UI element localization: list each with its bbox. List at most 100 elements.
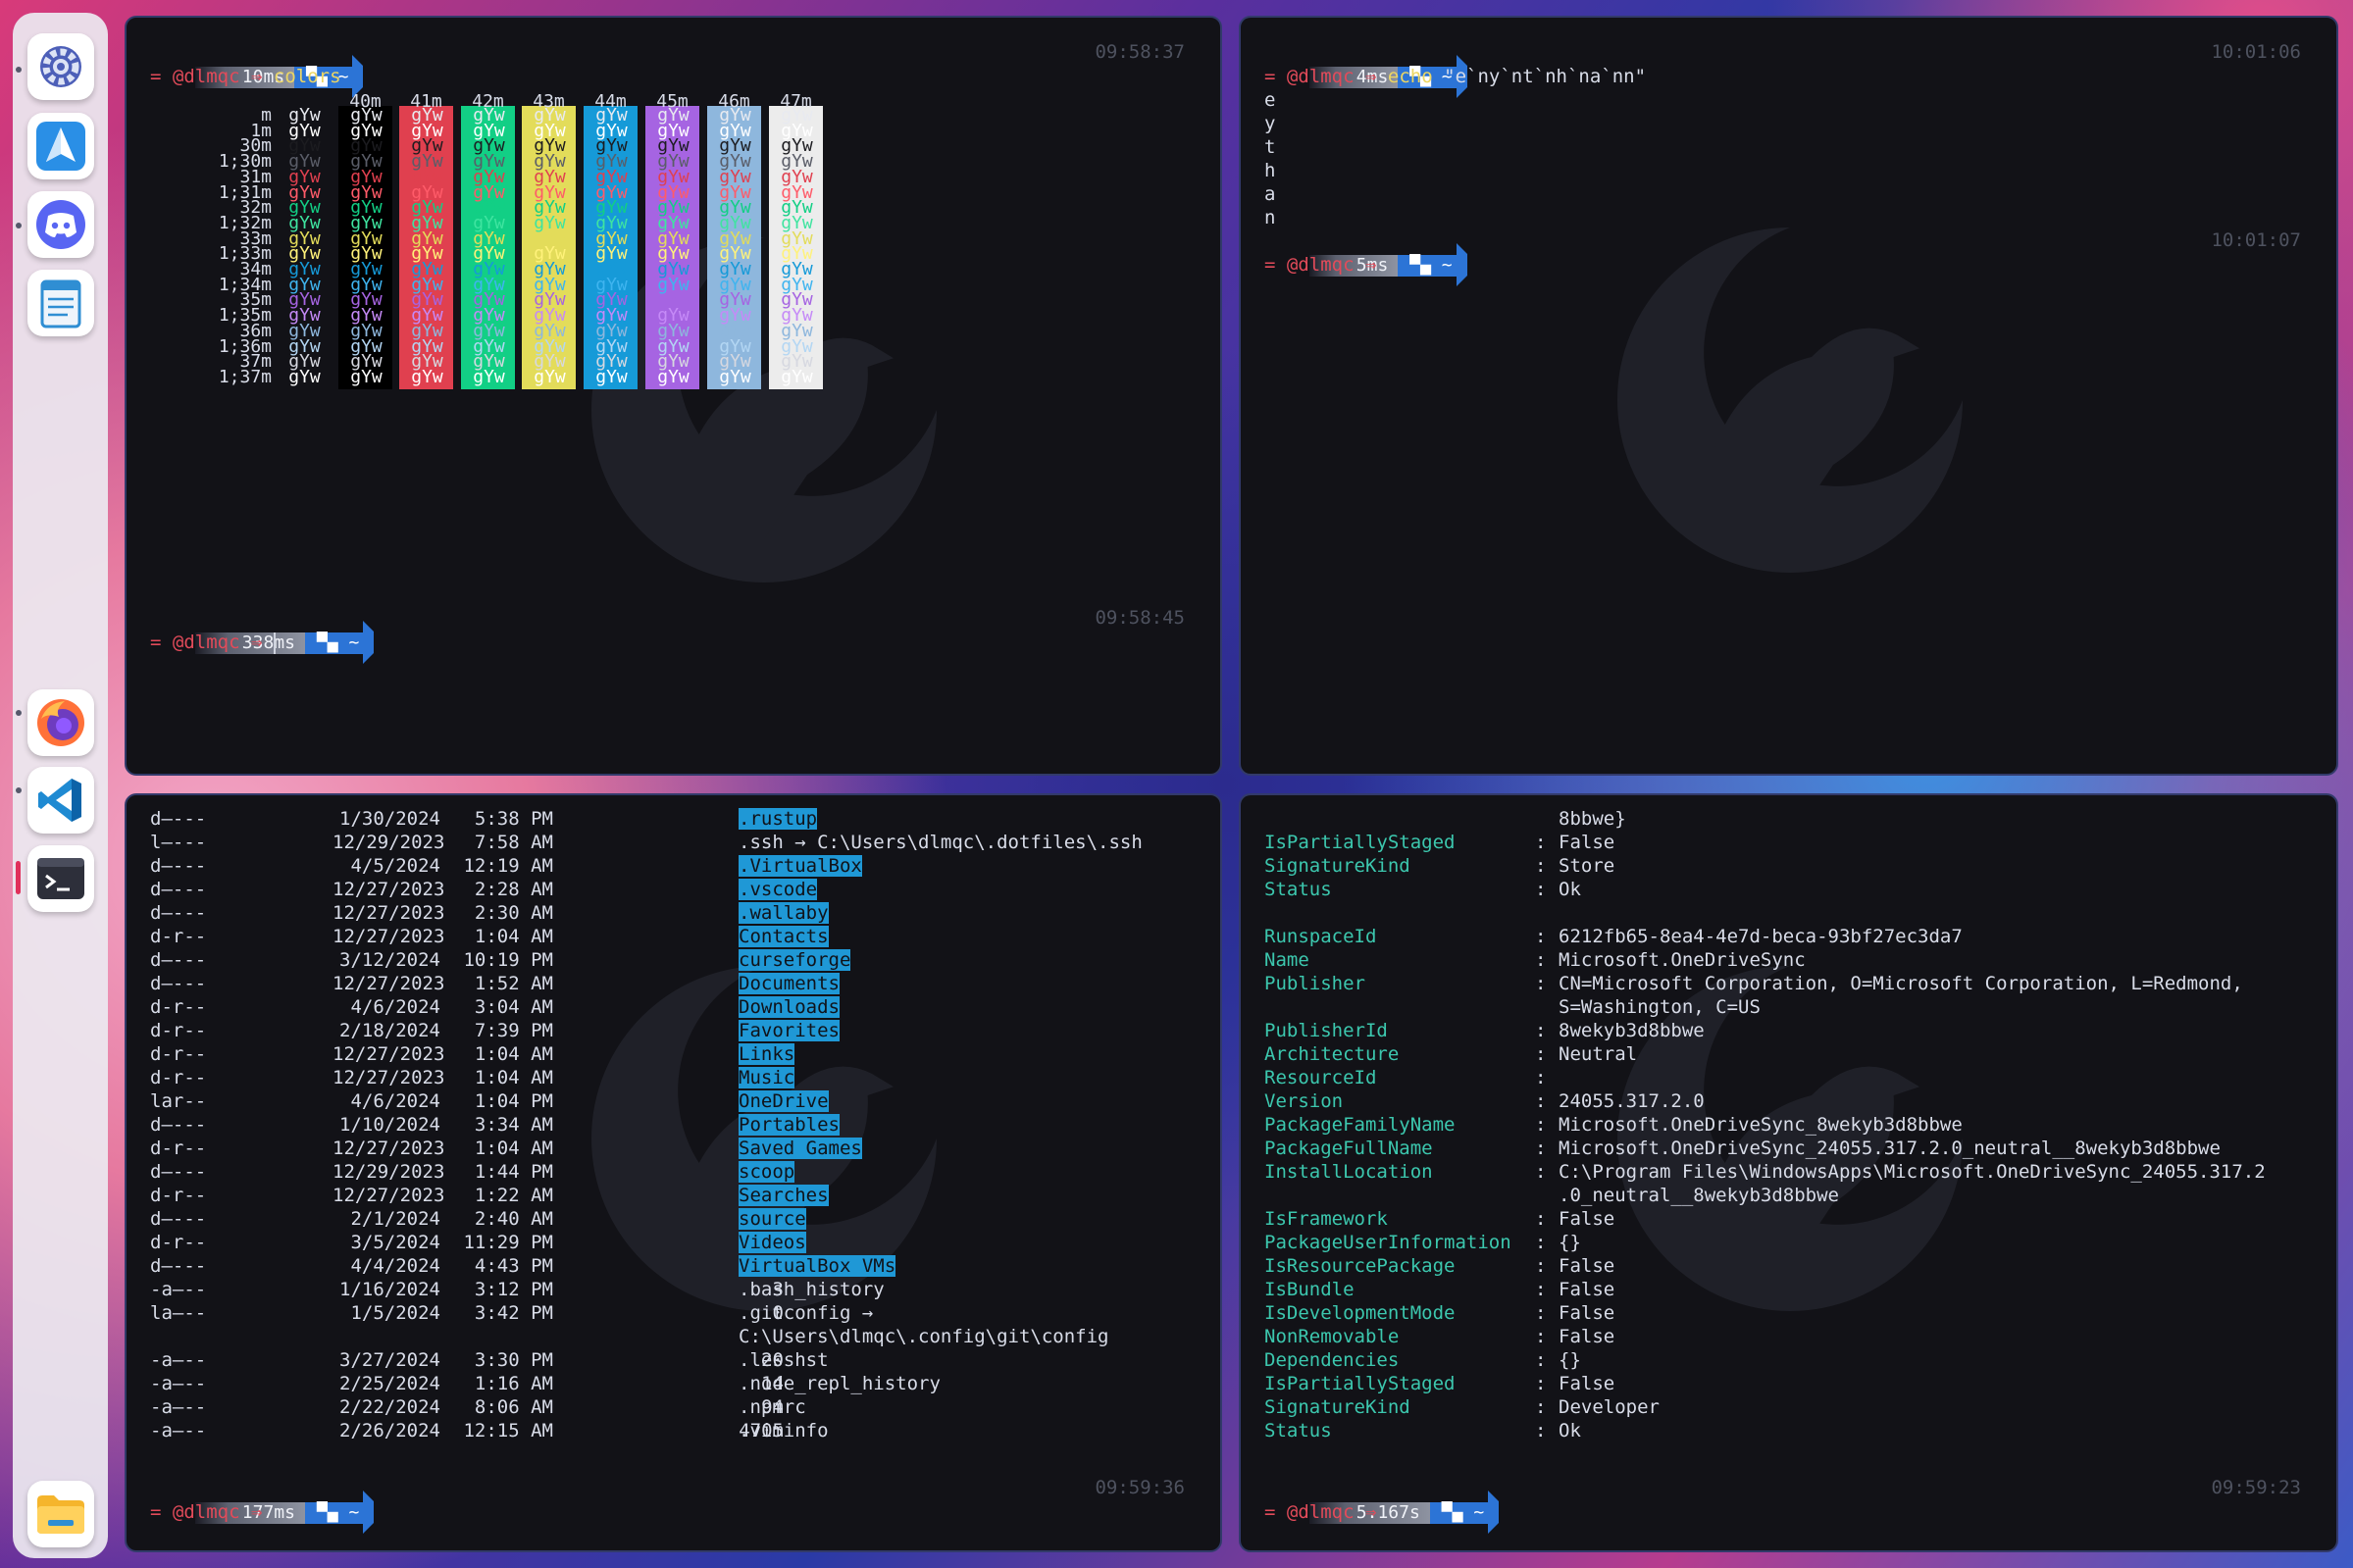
prompt-input-line[interactable]: = @dlmqc ⇒ — [1264, 1500, 1376, 1524]
file-name: OneDrive — [739, 1090, 829, 1112]
property-value: False — [1559, 1208, 1615, 1230]
file-name: Searches — [739, 1185, 829, 1206]
terminal-app[interactable] — [27, 845, 94, 912]
table-row: -a—-- 2/26/2024 12:15 AM 4705 .viminfo — [127, 1419, 1215, 1442]
text-cursor — [273, 632, 276, 654]
symlink-target: → C:\Users\dlmqc\.dotfiles\.ssh — [783, 832, 1143, 853]
property-value: 24055.317.2.0 — [1559, 1090, 1705, 1112]
table-row: d-r-- 4/6/2024 3:04 AM Downloads — [127, 995, 1215, 1019]
property-separator: : — [1535, 855, 1547, 877]
prompt-symbol: = — [1264, 66, 1276, 87]
file-entry: Videos — [739, 1231, 806, 1254]
property-separator: : — [1535, 1043, 1547, 1065]
raven-watermark-icon — [1617, 228, 1963, 573]
prompt-arrow: ⇒ — [251, 1501, 263, 1523]
notes-app[interactable] — [27, 270, 94, 336]
file-name: Music — [739, 1067, 795, 1088]
running-indicator — [16, 710, 22, 716]
prompt-input-line[interactable]: = @dlmqc ⇒ — [1264, 253, 1376, 277]
file-name: Links — [739, 1043, 795, 1065]
color-sample: gYw — [595, 366, 628, 387]
file-mode: d-r-- — [150, 996, 207, 1018]
file-mode: d-r-- — [150, 1067, 207, 1088]
output-line: h — [1264, 160, 1276, 181]
discord-app[interactable] — [27, 191, 94, 258]
directory-label: ~ — [348, 1502, 360, 1523]
property-value: Store — [1559, 855, 1615, 877]
table-row: d—--- 3/12/2024 10:19 PM curseforge — [127, 948, 1215, 972]
firefox-icon — [37, 699, 84, 746]
file-entry: Searches — [739, 1184, 829, 1207]
directory-segment: ▀▄ ~ — [304, 1502, 364, 1524]
vscode-app[interactable] — [27, 767, 94, 834]
property-separator: : — [1535, 1090, 1547, 1112]
command-text: echo — [1387, 66, 1433, 87]
file-name: Portables — [739, 1114, 840, 1136]
table-row: d—--- 1/30/2024 5:38 PM .rustup — [127, 807, 1215, 831]
file-date: 4/4/2024 — [350, 1255, 440, 1277]
terminal-pane-colors[interactable]: 10ms ▀▄ ~ 09:58:37 = @dlmqc ⇒ colors 40m 4… — [125, 16, 1222, 776]
file-time: 11:29 PM — [463, 1232, 553, 1253]
prompt-arrow: ⇒ — [1365, 254, 1377, 276]
file-name: Saved Games — [739, 1138, 862, 1159]
file-date: 12/27/2023 — [332, 1185, 445, 1206]
file-mode: d—--- — [150, 1114, 207, 1136]
prompt-arrow: ⇒ — [1365, 66, 1377, 87]
file-entry: OneDrive — [739, 1089, 829, 1113]
file-date: 12/27/2023 — [332, 879, 445, 900]
color-sample: gYw — [534, 366, 566, 387]
prompt-input-line[interactable]: = @dlmqc ⇒ — [150, 1500, 262, 1524]
file-entry: .lesshst — [739, 1348, 829, 1372]
terminal-pane-echo[interactable]: 4ms ▀▄ ~ 10:01:06 = @dlmqc ⇒ echo "e`ny`n… — [1239, 16, 2338, 776]
color-table: 40m 41m 42m 43m 44m 45m 46m 47m m gYw gYw gYw gYw gYw… — [127, 18, 1215, 606]
table-row: d-r-- 12/27/2023 1:04 AM Links — [127, 1042, 1215, 1066]
file-time: 1:04 AM — [474, 1067, 553, 1088]
property-separator: : — [1535, 879, 1547, 900]
table-row: d—--- 4/4/2024 4:43 PM VirtualBox VMs — [127, 1254, 1215, 1278]
table-row: d—--- 12/29/2023 1:44 PM scoop — [127, 1160, 1215, 1184]
prompt-clock: 09:58:45 — [1095, 607, 1185, 629]
file-time: 2:30 AM — [474, 902, 553, 924]
property-separator: : — [1535, 1373, 1547, 1394]
segment-arrow-icon — [363, 1491, 375, 1534]
terminal-pane-package[interactable]: 8bbwe} IsPartiallyStaged: False SignatureKi… — [1239, 793, 2338, 1552]
file-entry: Portables — [739, 1113, 840, 1137]
file-date: 12/27/2023 — [332, 1138, 445, 1159]
paper-plane-app[interactable] — [27, 113, 94, 179]
running-indicator — [16, 67, 22, 73]
row-label: 1;37m — [218, 366, 272, 387]
property-separator: : — [1535, 1396, 1547, 1418]
table-row: d-r-- 2/18/2024 7:39 PM Favorites — [127, 1019, 1215, 1042]
property-value: CN=Microsoft Corporation, O=Microsoft Co… — [1559, 973, 2243, 994]
property-key: Dependencies — [1264, 1349, 1400, 1371]
output-line: t — [1264, 136, 1276, 158]
file-time: 10:19 PM — [463, 949, 553, 971]
property-value: 6212fb65-8ea4-4e7d-beca-93bf27ec3da7 — [1559, 926, 1963, 947]
property-value: False — [1559, 1279, 1615, 1300]
property-separator: : — [1535, 1302, 1547, 1324]
files-app[interactable] — [27, 1481, 94, 1547]
settings-app[interactable] — [27, 33, 94, 100]
firefox-app[interactable] — [27, 689, 94, 756]
file-name: .VirtualBox — [739, 855, 862, 877]
property-value: C:\Program Files\WindowsApps\Microsoft.O… — [1559, 1161, 2266, 1183]
terminal-pane-listing[interactable]: d—--- 1/30/2024 5:38 PM .rustup l—--- 12/29/2… — [125, 793, 1222, 1552]
file-name: Videos — [739, 1232, 806, 1253]
gear-icon — [40, 46, 81, 87]
property-value: .0_neutral__8wekyb3d8bbwe — [1559, 1185, 1839, 1206]
file-time: 5:38 PM — [474, 808, 553, 830]
property-separator: : — [1535, 1020, 1547, 1041]
file-mode: d—--- — [150, 973, 207, 994]
directory-segment: ▀▄ ~ — [1398, 255, 1457, 277]
terminal-icon — [37, 858, 84, 899]
color-sample: gYw — [411, 366, 443, 387]
prompt-input-line[interactable]: = @dlmqc ⇒ — [150, 631, 276, 654]
folder-icon: ▀▄ — [316, 632, 349, 653]
property-separator: : — [1535, 1208, 1547, 1230]
file-entry: C:\Users\dlmqc\.config\git\config — [739, 1325, 1109, 1348]
prompt-user: @dlmqc — [1286, 66, 1355, 87]
file-name: Contacts — [739, 926, 829, 947]
file-name: VirtualBox VMs — [739, 1255, 896, 1277]
file-mode: d-r-- — [150, 1138, 207, 1159]
active-indicator — [16, 861, 21, 894]
